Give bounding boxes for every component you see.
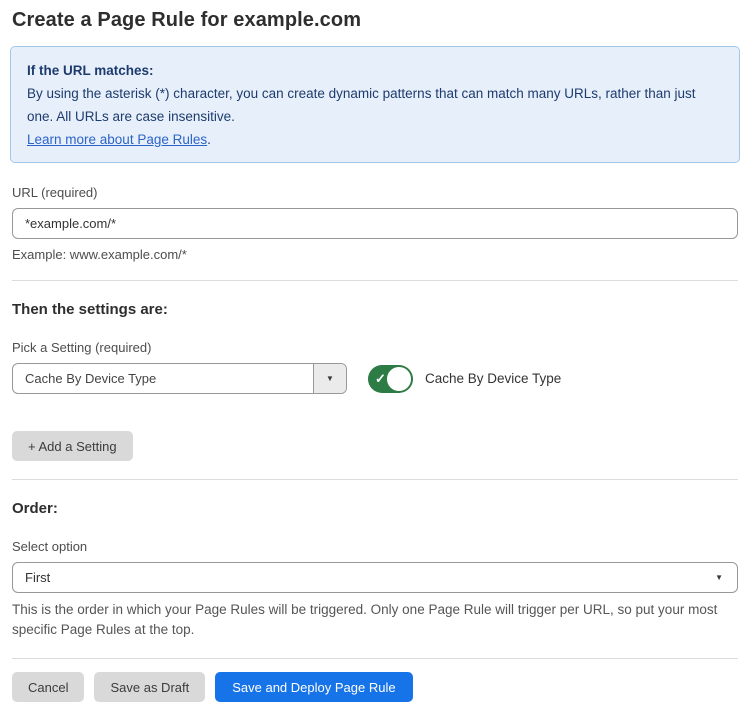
order-section-heading: Order: xyxy=(12,500,738,517)
setting-dropdown-arrow-button[interactable]: ▼ xyxy=(313,364,346,393)
order-hint: This is the order in which your Page Rul… xyxy=(12,600,738,640)
info-box-body: By using the asterisk (*) character, you… xyxy=(27,82,723,128)
divider xyxy=(12,280,738,281)
chevron-down-icon: ▼ xyxy=(326,375,334,383)
save-and-deploy-button[interactable]: Save and Deploy Page Rule xyxy=(215,672,412,702)
order-select-value: First xyxy=(25,570,50,585)
divider xyxy=(12,658,738,659)
url-field-label: URL (required) xyxy=(12,185,738,200)
setting-dropdown-value: Cache By Device Type xyxy=(13,364,313,393)
url-input[interactable] xyxy=(12,208,738,239)
save-as-draft-button[interactable]: Save as Draft xyxy=(94,672,205,702)
footer-buttons: Cancel Save as Draft Save and Deploy Pag… xyxy=(12,672,738,702)
create-page-rule-form: Create a Page Rule for example.com If th… xyxy=(0,9,750,702)
url-example-hint: Example: www.example.com/* xyxy=(12,247,738,262)
divider xyxy=(12,479,738,480)
pick-setting-label: Pick a Setting (required) xyxy=(12,340,738,355)
link-suffix: . xyxy=(207,132,211,147)
toggle-knob xyxy=(387,367,411,391)
page-title: Create a Page Rule for example.com xyxy=(12,9,738,32)
check-icon: ✓ xyxy=(375,371,386,387)
setting-toggle-label: Cache By Device Type xyxy=(425,371,561,386)
settings-section-heading: Then the settings are: xyxy=(12,301,738,318)
setting-toggle[interactable]: ✓ xyxy=(368,365,413,393)
chevron-down-icon: ▼ xyxy=(715,574,723,582)
add-setting-button[interactable]: + Add a Setting xyxy=(12,431,133,461)
info-box-heading: If the URL matches: xyxy=(27,59,723,82)
info-box-link-line: Learn more about Page Rules. xyxy=(27,128,723,151)
url-match-info-box: If the URL matches: By using the asteris… xyxy=(10,46,740,163)
learn-more-link[interactable]: Learn more about Page Rules xyxy=(27,132,207,147)
setting-row: Cache By Device Type ▼ ✓ Cache By Device… xyxy=(12,363,738,394)
cancel-button[interactable]: Cancel xyxy=(12,672,84,702)
setting-dropdown[interactable]: Cache By Device Type ▼ xyxy=(12,363,347,394)
order-select-label: Select option xyxy=(12,539,738,554)
order-select[interactable]: First ▼ xyxy=(12,562,738,593)
